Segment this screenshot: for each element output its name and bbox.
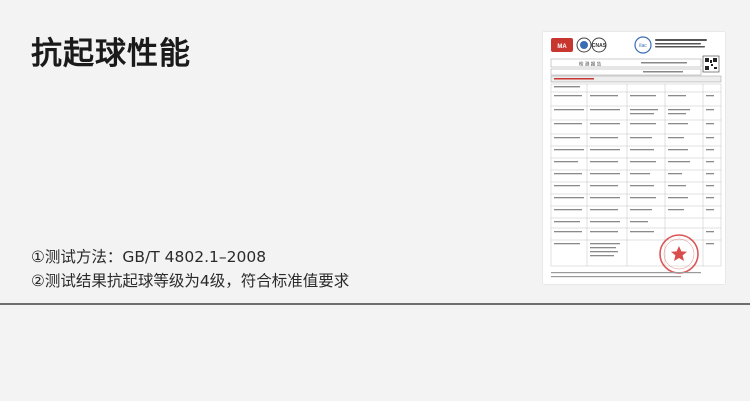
report-header: 检 测 报 告 — [550, 58, 702, 68]
report-table — [550, 83, 722, 267]
test-report-image: MA CNAS ilac 检 测 报 告 — [543, 32, 725, 284]
cma-logo-icon: MA — [551, 38, 573, 52]
report-meta — [550, 68, 722, 83]
svg-text:ilac: ilac — [639, 43, 647, 49]
test-report-document: MA CNAS ilac 检 测 报 告 — [550, 36, 722, 278]
cnas-logo-icon: CNAS — [576, 37, 607, 53]
report-footer — [551, 272, 701, 278]
svg-text:CNAS: CNAS — [592, 43, 607, 49]
test-method-text: ①测试方法：GB/T 4802.1–2008 — [31, 248, 267, 266]
company-name — [655, 39, 707, 48]
svg-text:MA: MA — [557, 44, 567, 50]
divider — [0, 303, 750, 305]
ilac-logo-icon: ilac — [634, 36, 652, 54]
official-seal-icon — [659, 234, 699, 274]
report-table-text — [554, 86, 714, 257]
qr-code-icon — [702, 55, 720, 73]
test-result-text: ②测试结果抗起球等级为4级，符合标准值要求 — [31, 272, 350, 290]
svg-text:检 测 报 告: 检 测 报 告 — [579, 61, 602, 68]
page-title: 抗起球性能 — [31, 36, 191, 72]
